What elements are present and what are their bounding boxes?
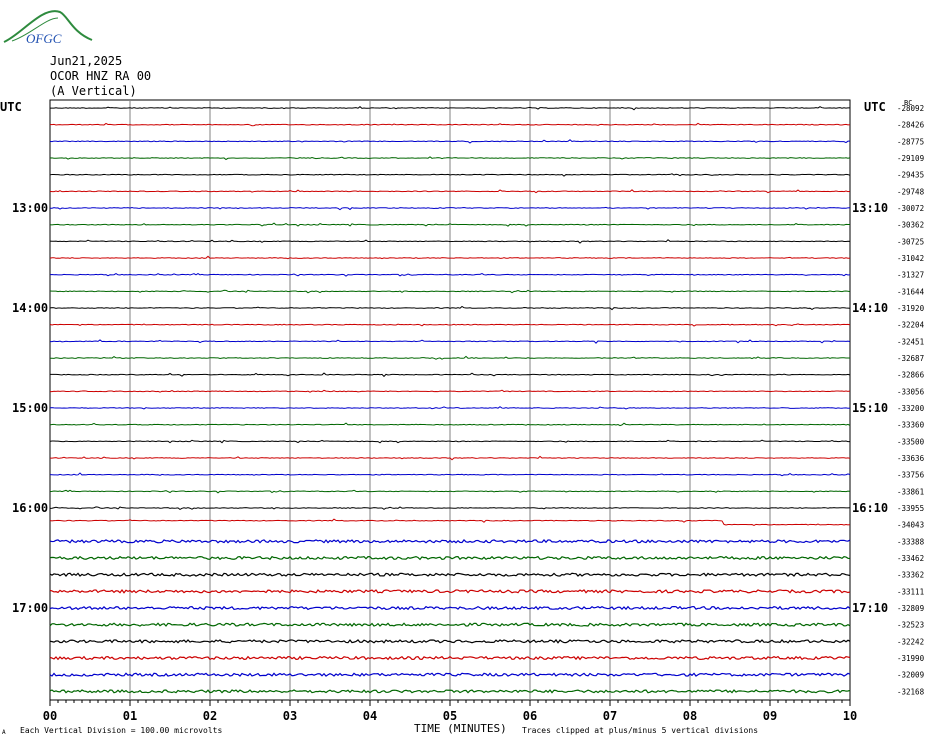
trace-offset-label: -28775 bbox=[897, 137, 924, 146]
x-tick-label: 10 bbox=[843, 709, 857, 723]
label-group: 00 01 02 03 04 05 06 07 08 09 10-28092-28426-28775… bbox=[12, 104, 925, 723]
helicorder-plot: 00 01 02 03 04 05 06 07 08 09 10-28092-28426-28775… bbox=[0, 99, 925, 736]
clip-note: Traces clipped at plus/minus 5 vertical … bbox=[522, 726, 758, 735]
right-time-label: 14:10 bbox=[852, 301, 888, 315]
trace-offset-label: -31990 bbox=[897, 654, 925, 663]
trace-offset-label: -32687 bbox=[897, 354, 924, 363]
right-time-label: 17:10 bbox=[852, 601, 888, 615]
right-time-label: 16:10 bbox=[852, 501, 888, 515]
trace-offset-label: -32168 bbox=[897, 687, 925, 696]
trace-offset-label: -33861 bbox=[897, 487, 924, 496]
trace-offset-label: -33955 bbox=[897, 504, 924, 513]
trace-offset-label: -30362 bbox=[897, 221, 924, 230]
trace-offset-label: -28426 bbox=[897, 121, 925, 130]
trace-offset-label: -31327 bbox=[897, 271, 924, 280]
x-tick-label: 05 bbox=[443, 709, 457, 723]
trace-offset-label: -29748 bbox=[897, 187, 925, 196]
trace-offset-label: -32204 bbox=[897, 321, 925, 330]
left-time-label: 16:00 bbox=[12, 501, 48, 515]
trace-offset-label: -29109 bbox=[897, 154, 924, 163]
x-tick-label: 06 bbox=[523, 709, 537, 723]
right-time-label: 13:10 bbox=[852, 201, 888, 215]
trace-offset-label: -32866 bbox=[897, 371, 925, 380]
trace-offset-label: -33056 bbox=[897, 387, 925, 396]
trace-offset-label: -32451 bbox=[897, 337, 924, 346]
trace-offset-label: -33636 bbox=[897, 454, 925, 463]
x-tick-label: 08 bbox=[683, 709, 697, 723]
x-tick-label: 01 bbox=[123, 709, 137, 723]
x-tick-label: 03 bbox=[283, 709, 297, 723]
trace-offset-label: -32242 bbox=[897, 637, 924, 646]
trace-offset-label: -33200 bbox=[897, 404, 925, 413]
right-time-label: 15:10 bbox=[852, 401, 888, 415]
trace-offset-label: -33388 bbox=[897, 537, 925, 546]
x-axis-title: TIME (MINUTES) bbox=[414, 722, 507, 735]
top-right-mark: BC bbox=[904, 99, 912, 107]
trace-offset-label: -30072 bbox=[897, 204, 924, 213]
x-tick-label: 04 bbox=[363, 709, 377, 723]
trace-offset-label: -34043 bbox=[897, 521, 924, 530]
left-time-label: 13:00 bbox=[12, 201, 48, 215]
trace-offset-label: -32523 bbox=[897, 621, 924, 630]
left-time-label: 15:00 bbox=[12, 401, 48, 415]
trace-offset-label: -32809 bbox=[897, 604, 924, 613]
trace-offset-label: -33756 bbox=[897, 471, 925, 480]
x-tick-label: 00 bbox=[43, 709, 57, 723]
trace-offset-label: -33362 bbox=[897, 571, 924, 580]
left-time-label: 14:00 bbox=[12, 301, 48, 315]
trace-offset-label: -33500 bbox=[897, 437, 925, 446]
trace-offset-label: -33462 bbox=[897, 554, 924, 563]
left-time-label: 17:00 bbox=[12, 601, 48, 615]
trace-offset-label: -31920 bbox=[897, 304, 925, 313]
trace-offset-label: -29435 bbox=[897, 171, 924, 180]
x-tick-label: 07 bbox=[603, 709, 617, 723]
x-tick-label: 09 bbox=[763, 709, 777, 723]
scale-note: Each Vertical Division = 100.00 microvol… bbox=[20, 726, 222, 735]
trace-offset-label: -32009 bbox=[897, 671, 924, 680]
trace-offset-label: -33360 bbox=[897, 421, 925, 430]
left-utc-label: UTC bbox=[0, 100, 22, 114]
trace-offset-label: -30725 bbox=[897, 237, 924, 246]
trace-offset-label: -31644 bbox=[897, 287, 925, 296]
x-tick-label: 02 bbox=[203, 709, 217, 723]
trace-offset-label: -31042 bbox=[897, 254, 924, 263]
right-utc-label: UTC bbox=[864, 100, 886, 114]
corner-mark: A bbox=[2, 729, 6, 736]
trace-offset-label: -33111 bbox=[897, 587, 924, 596]
